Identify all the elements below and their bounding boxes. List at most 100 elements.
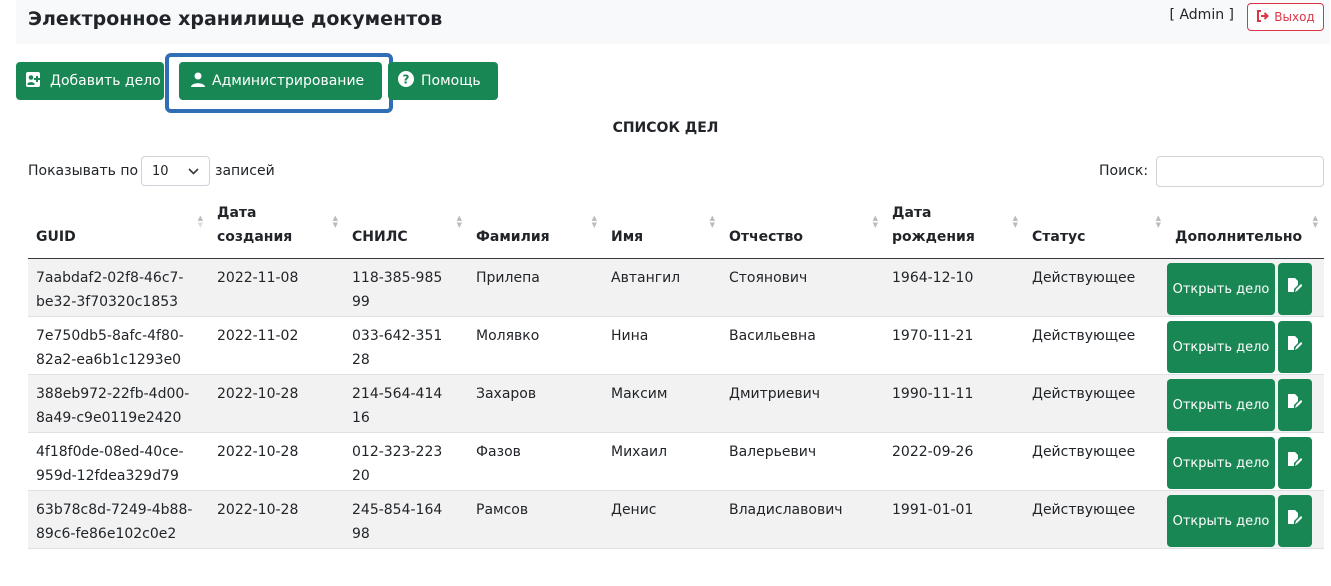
open-case-button[interactable]: Открыть дело xyxy=(1167,263,1275,315)
last-name-cell: Захаров xyxy=(468,374,603,433)
column-header-extra[interactable]: Дополнительно ▲ ▼ xyxy=(1167,195,1324,259)
column-header-middle-name[interactable]: Отчество ▲ ▼ xyxy=(721,195,884,259)
cases-table: GUID ▲ ▼ Дата создания ▲ ▼ СНИЛС ▲ ▼ Фамилия ▲ ▼… xyxy=(28,195,1324,549)
edit-case-button[interactable] xyxy=(1278,321,1312,373)
snils-cell: 012-323-223 20 xyxy=(344,432,468,491)
created-cell: 2022-10-28 xyxy=(209,490,344,549)
page-length-label: Показывать по xyxy=(28,163,139,179)
admin-button-focus-ring xyxy=(165,53,393,113)
edit-case-button[interactable] xyxy=(1278,437,1312,489)
last-name-cell: Прилепа xyxy=(468,258,603,317)
file-edit-icon xyxy=(1288,393,1303,417)
actions-cell: Открыть дело xyxy=(1167,258,1324,317)
page-length-suffix: записей xyxy=(215,163,275,179)
first-name-cell: Автангил xyxy=(603,258,721,317)
birth-date-cell: 1964-12-10 xyxy=(884,258,1024,317)
first-name-cell: Нина xyxy=(603,316,721,375)
svg-text:?: ? xyxy=(403,73,410,87)
guid-cell: 388eb972-22fb-4d00-8a49-c9e0119e2420 xyxy=(28,374,209,433)
actions-cell: Открыть дело xyxy=(1167,316,1324,375)
created-cell: 2022-10-28 xyxy=(209,374,344,433)
table-row: 4f18f0de-08ed-40ce-959d-12fdea329d79 2022… xyxy=(28,432,1324,491)
sort-icon: ▲ ▼ xyxy=(456,214,462,229)
file-edit-icon xyxy=(1288,509,1303,533)
middle-name-cell: Владиславович xyxy=(721,490,884,549)
table-row: 388eb972-22fb-4d00-8a49-c9e0119e2420 2022… xyxy=(28,374,1324,433)
status-cell: Действующее xyxy=(1024,432,1167,491)
list-title: СПИСОК ДЕЛ xyxy=(612,120,719,136)
birth-date-cell: 1990-11-11 xyxy=(884,374,1024,433)
last-name-cell: Молявко xyxy=(468,316,603,375)
sort-icon: ▲ ▼ xyxy=(872,214,878,229)
status-cell: Действующее xyxy=(1024,258,1167,317)
status-cell: Действующее xyxy=(1024,490,1167,549)
current-user: [ Admin ] xyxy=(1169,7,1234,23)
column-header-status[interactable]: Статус ▲ ▼ xyxy=(1024,195,1167,259)
open-case-button[interactable]: Открыть дело xyxy=(1167,379,1275,431)
page-length-select[interactable]: 10 xyxy=(141,156,210,186)
table-row: 7aabdaf2-02f8-46c7-be32-3f70320c1853 2022… xyxy=(28,258,1324,317)
sort-icon: ▲ ▼ xyxy=(709,214,715,229)
column-header-guid[interactable]: GUID ▲ ▼ xyxy=(28,195,209,259)
question-circle-icon: ? xyxy=(398,71,414,91)
table-row: 7e750db5-8afc-4f80-82a2-ea6b1c1293e0 2022… xyxy=(28,316,1324,375)
column-header-first-name[interactable]: Имя ▲ ▼ xyxy=(603,195,721,259)
sort-icon: ▲ ▼ xyxy=(332,214,338,229)
guid-cell: 4f18f0de-08ed-40ce-959d-12fdea329d79 xyxy=(28,432,209,491)
edit-case-button[interactable] xyxy=(1278,495,1312,547)
add-case-label: Добавить дело xyxy=(50,73,161,89)
id-card-plus-icon xyxy=(26,71,43,91)
help-button[interactable]: ? Помощь xyxy=(388,62,498,100)
open-case-button[interactable]: Открыть дело xyxy=(1167,321,1275,373)
first-name-cell: Михаил xyxy=(603,432,721,491)
guid-cell: 63b78c8d-7249-4b88-89c6-fe86e102c0e2 xyxy=(28,490,209,549)
status-cell: Действующее xyxy=(1024,316,1167,375)
table-row: 63b78c8d-7249-4b88-89c6-fe86e102c0e2 2022… xyxy=(28,490,1324,549)
help-label: Помощь xyxy=(421,73,481,89)
sort-icon: ▲ ▼ xyxy=(1155,214,1161,229)
column-header-birth-date[interactable]: Дата рождения ▲ ▼ xyxy=(884,195,1024,259)
created-cell: 2022-10-28 xyxy=(209,432,344,491)
add-case-button[interactable]: Добавить дело xyxy=(16,62,164,100)
snils-cell: 245-854-164 98 xyxy=(344,490,468,549)
search-input[interactable] xyxy=(1156,156,1324,187)
edit-case-button[interactable] xyxy=(1278,379,1312,431)
sign-out-icon xyxy=(1256,9,1270,25)
snils-cell: 118-385-985 99 xyxy=(344,258,468,317)
middle-name-cell: Стоянович xyxy=(721,258,884,317)
sort-icon: ▲ ▼ xyxy=(1312,214,1318,229)
edit-case-button[interactable] xyxy=(1278,263,1312,315)
sort-icon: ▲ ▼ xyxy=(197,214,203,229)
middle-name-cell: Дмитриевич xyxy=(721,374,884,433)
birth-date-cell: 2022-09-26 xyxy=(884,432,1024,491)
last-name-cell: Фазов xyxy=(468,432,603,491)
status-cell: Действующее xyxy=(1024,374,1167,433)
last-name-cell: Рамсов xyxy=(468,490,603,549)
created-cell: 2022-11-08 xyxy=(209,258,344,317)
file-edit-icon xyxy=(1288,451,1303,475)
actions-cell: Открыть дело xyxy=(1167,490,1324,549)
middle-name-cell: Васильевна xyxy=(721,316,884,375)
column-header-created[interactable]: Дата создания ▲ ▼ xyxy=(209,195,344,259)
open-case-button[interactable]: Открыть дело xyxy=(1167,437,1275,489)
search-label: Поиск: xyxy=(1099,163,1149,179)
sort-icon: ▲ ▼ xyxy=(1012,214,1018,229)
sort-icon: ▲ ▼ xyxy=(591,214,597,229)
file-edit-icon xyxy=(1288,335,1303,359)
guid-cell: 7e750db5-8afc-4f80-82a2-ea6b1c1293e0 xyxy=(28,316,209,375)
guid-cell: 7aabdaf2-02f8-46c7-be32-3f70320c1853 xyxy=(28,258,209,317)
page-length-value: 10 xyxy=(152,163,169,179)
column-header-snils[interactable]: СНИЛС ▲ ▼ xyxy=(344,195,468,259)
snils-cell: 033-642-351 28 xyxy=(344,316,468,375)
first-name-cell: Денис xyxy=(603,490,721,549)
open-case-button[interactable]: Открыть дело xyxy=(1167,495,1275,547)
snils-cell: 214-564-414 16 xyxy=(344,374,468,433)
chevron-down-icon xyxy=(188,164,199,179)
file-edit-icon xyxy=(1288,277,1303,301)
column-header-last-name[interactable]: Фамилия ▲ ▼ xyxy=(468,195,603,259)
birth-date-cell: 1991-01-01 xyxy=(884,490,1024,549)
middle-name-cell: Валерьевич xyxy=(721,432,884,491)
logout-button[interactable]: Выход xyxy=(1247,3,1324,31)
app-title: Электронное хранилище документов xyxy=(28,8,443,30)
created-cell: 2022-11-02 xyxy=(209,316,344,375)
